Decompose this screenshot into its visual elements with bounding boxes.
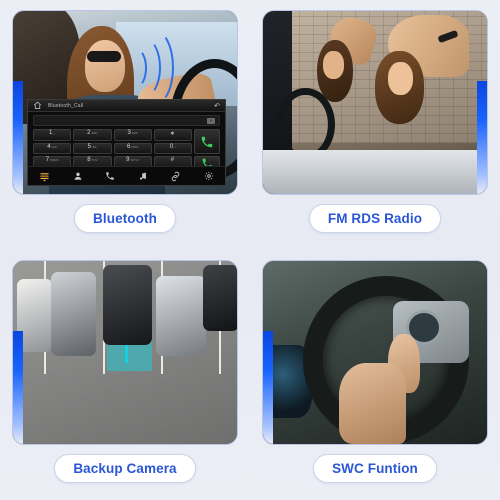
blue-accent-strip — [263, 330, 273, 444]
home-icon[interactable] — [33, 101, 42, 110]
photo-parking-lot-aerial — [13, 261, 237, 444]
panel-label-swc: SWC Funtion — [313, 454, 437, 483]
dialpad-key[interactable]: ∗ — [153, 129, 192, 141]
product-feature-collage: Bluetooth_Call ↶ ✕ 1 ␣ 2 ABC 3 DEF ∗ 4 G… — [0, 0, 500, 500]
keypad-icon[interactable] — [39, 171, 50, 182]
dialpad-key[interactable]: 6 MNO — [113, 142, 152, 154]
bluetooth-screen-header: Bluetooth_Call ↶ — [28, 100, 225, 112]
dialpad-key[interactable]: 3 DEF — [113, 129, 152, 141]
backspace-icon[interactable]: ✕ — [207, 117, 215, 124]
bluetooth-bottom-nav — [28, 166, 225, 185]
bluetooth-call-screen: Bluetooth_Call ↶ ✕ 1 ␣ 2 ABC 3 DEF ∗ 4 G… — [27, 99, 226, 186]
dialpad-key[interactable]: 2 ABC — [73, 129, 112, 141]
bluetooth-card: Bluetooth_Call ↶ ✕ 1 ␣ 2 ABC 3 DEF ∗ 4 G… — [12, 10, 238, 195]
dialpad-key[interactable]: 5 JKL — [73, 142, 112, 154]
blue-accent-strip — [13, 330, 23, 444]
swc-card: ▴i ▦ 88:88 ☍ ⎆ ♪ Volume Settings Brightn… — [262, 260, 488, 445]
panel-bluetooth: Bluetooth_Call ↶ ✕ 1 ␣ 2 ABC 3 DEF ∗ 4 G… — [0, 0, 250, 250]
backup-camera-card — [12, 260, 238, 445]
blue-accent-strip — [477, 80, 487, 194]
settings-gear-icon[interactable] — [204, 171, 214, 181]
blue-accent-strip — [13, 80, 23, 194]
call-answer-button[interactable] — [194, 129, 220, 154]
panel-backup-camera: Backup Camera — [0, 250, 250, 500]
fm-radio-card: ▴ i ▦ 88:88 ☍ ⎆ ♪ 87.5 90 92.5 95 97.5 — [262, 10, 488, 195]
photo-steering-wheel-controls — [263, 261, 487, 444]
music-icon[interactable] — [138, 171, 148, 181]
photo-women-convertible — [263, 11, 487, 194]
dialpad: 1 ␣ 2 ABC 3 DEF ∗ 4 GHI 5 JKL 6 MNO 0 + … — [28, 129, 225, 171]
screen-title: Bluetooth_Call — [48, 102, 84, 109]
dialpad-key[interactable]: 1 ␣ — [33, 129, 72, 141]
phone-number-input[interactable]: ✕ — [33, 115, 220, 126]
call-history-icon[interactable] — [105, 171, 115, 181]
link-pair-icon[interactable] — [170, 171, 181, 182]
panel-label-fm-radio: FM RDS Radio — [308, 204, 442, 233]
panel-swc: ▴i ▦ 88:88 ☍ ⎆ ♪ Volume Settings Brightn… — [250, 250, 500, 500]
dialpad-key[interactable]: 4 GHI — [33, 142, 72, 154]
contacts-icon[interactable] — [73, 171, 83, 181]
back-arrow-icon[interactable]: ↶ — [214, 102, 220, 110]
panel-fm-radio: ▴ i ▦ 88:88 ☍ ⎆ ♪ 87.5 90 92.5 95 97.5 — [250, 0, 500, 250]
panel-label-backup-camera: Backup Camera — [54, 454, 196, 483]
dialpad-key[interactable]: 0 + — [153, 142, 192, 154]
panel-label-bluetooth: Bluetooth — [74, 204, 176, 233]
bluetooth-wave-icon — [134, 29, 175, 107]
